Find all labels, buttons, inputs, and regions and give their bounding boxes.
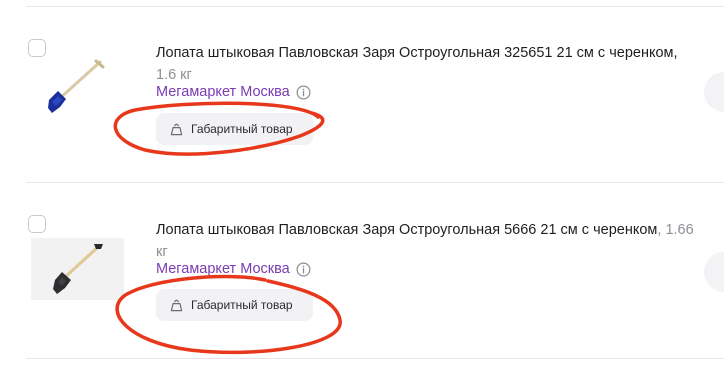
shovel-blue-image[interactable] [40, 58, 110, 120]
weight-icon [170, 299, 183, 311]
item-2-action-button[interactable] [704, 252, 724, 292]
weight-icon [170, 123, 183, 135]
item-2-title-text[interactable]: Лопата штыковая Павловская Заря Остроуго… [156, 222, 657, 238]
item-2-title[interactable]: Лопата штыковая Павловская Заря Остроуго… [156, 219, 696, 263]
item-1-weight: 1.6 кг [156, 67, 192, 83]
item-1-seller-link[interactable]: Мегамаркет Москва [156, 84, 290, 100]
info-icon[interactable] [296, 85, 311, 100]
item-2-badge-label: Габаритный товар [191, 298, 293, 312]
item-2-seller-row: Мегамаркет Москва [156, 261, 311, 277]
info-icon[interactable] [296, 262, 311, 277]
item-1-action-button[interactable] [704, 72, 724, 112]
item-divider [26, 182, 724, 183]
item-1-badge-label: Габаритный товар [191, 122, 293, 136]
shovel-black-image[interactable] [31, 238, 124, 300]
item-2-oversize-badge: Габаритный товар [156, 289, 313, 321]
item-1-checkbox[interactable] [28, 39, 46, 57]
item-1-oversize-badge: Габаритный товар [156, 113, 313, 145]
item-1-seller-row: Мегамаркет Москва [156, 84, 311, 100]
item-1-title[interactable]: Лопата штыковая Павловская Заря Остроуго… [156, 42, 696, 86]
item-2-seller-link[interactable]: Мегамаркет Москва [156, 261, 290, 277]
bottom-divider [26, 358, 724, 359]
item-2-checkbox[interactable] [28, 215, 46, 233]
top-divider [26, 6, 724, 7]
item-1-title-text[interactable]: Лопата штыковая Павловская Заря Остроуго… [156, 45, 674, 61]
